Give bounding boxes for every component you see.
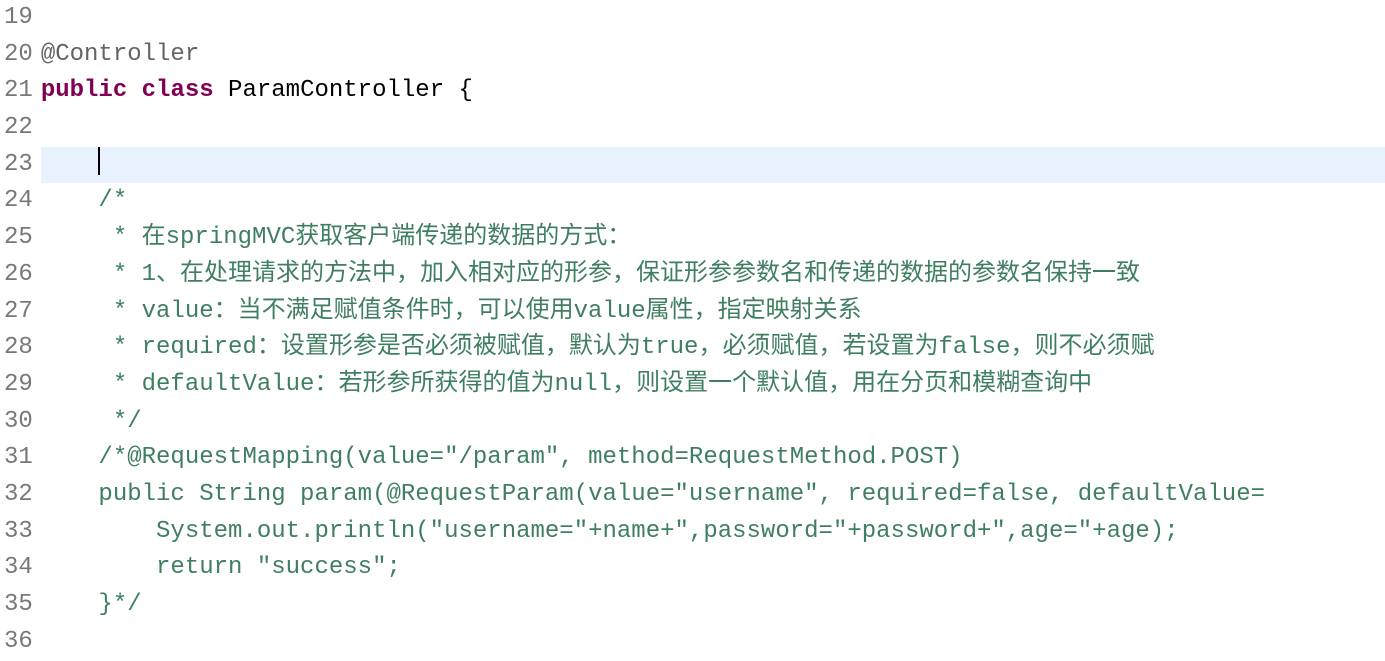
line-number: 26 [0,257,33,294]
code-line-20[interactable]: @Controller [41,37,1385,74]
line-number: 19 [0,0,33,37]
line-number: 22 [0,110,33,147]
line-number: 31 [0,440,33,477]
code-line-23-active[interactable] [41,147,1385,184]
line-number: 29 [0,367,33,404]
line-number: 36 [0,624,33,661]
line-number: 35 [0,587,33,624]
line-number: 30 [0,404,33,441]
code-line-24[interactable]: /* [41,183,1385,220]
code-line-32[interactable]: public String param(@RequestParam(value=… [41,477,1385,514]
line-number: 24 [0,183,33,220]
line-number: 28 [0,330,33,367]
code-line-36[interactable] [41,624,1385,661]
code-line-22[interactable] [41,110,1385,147]
code-line-25[interactable]: * 在springMVC获取客户端传递的数据的方式： [41,220,1385,257]
code-line-33[interactable]: System.out.println("username="+name+",pa… [41,514,1385,551]
line-number: 33 [0,514,33,551]
code-line-19[interactable] [41,0,1385,37]
line-number: 34 [0,550,33,587]
code-line-29[interactable]: * defaultValue：若形参所获得的值为null，则设置一个默认值，用在… [41,367,1385,404]
line-number-gutter: 19 20 21 22 23 24 25 26 27 28 29 30 31 3… [0,0,41,661]
code-line-28[interactable]: * required：设置形参是否必须被赋值，默认为true，必须赋值，若设置为… [41,330,1385,367]
code-line-26[interactable]: * 1、在处理请求的方法中，加入相对应的形参，保证形参参数名和传递的数据的参数名… [41,257,1385,294]
code-line-21[interactable]: public class ParamController { [41,73,1385,110]
code-line-31[interactable]: /*@RequestMapping(value="/param", method… [41,440,1385,477]
code-line-30[interactable]: */ [41,404,1385,441]
line-number: 23 [0,147,33,184]
code-line-35[interactable]: }*/ [41,587,1385,624]
line-number: 32 [0,477,33,514]
code-line-34[interactable]: return "success"; [41,550,1385,587]
code-line-27[interactable]: * value：当不满足赋值条件时，可以使用value属性，指定映射关系 [41,294,1385,331]
line-number: 20 [0,37,33,74]
line-number: 25 [0,220,33,257]
line-number: 21 [0,73,33,110]
code-area[interactable]: @Controller public class ParamController… [41,0,1385,661]
code-editor: 19 20 21 22 23 24 25 26 27 28 29 30 31 3… [0,0,1385,661]
text-cursor [98,147,100,175]
line-number: 27 [0,294,33,331]
